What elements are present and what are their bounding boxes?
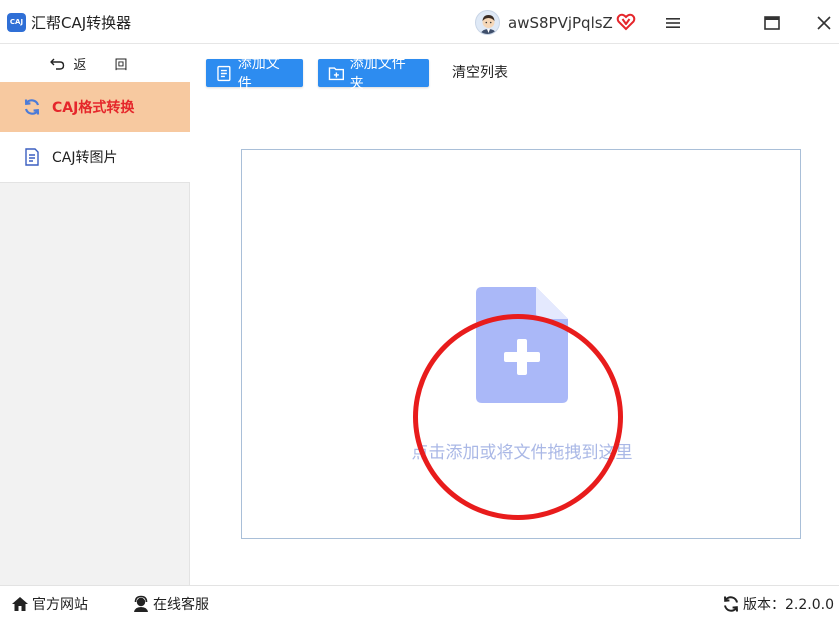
add-folder-icon <box>328 66 345 80</box>
home-icon <box>12 597 28 611</box>
app-window: CAJ 汇帮CAJ转换器 awS8PVjPqlsZ 返 回 CAJ格式转换 CA… <box>0 0 839 621</box>
add-file-label: 添加文件 <box>237 56 280 92</box>
status-bar: 官方网站 在线客服 版本：2.2.0.0 <box>0 585 839 621</box>
official-site-link[interactable]: 官方网站 <box>11 594 88 614</box>
hamburger-icon <box>666 18 680 28</box>
user-avatar[interactable] <box>475 10 500 35</box>
clear-list-button[interactable]: 清空列表 <box>452 59 508 87</box>
annotation-circle <box>413 314 623 520</box>
maximize-icon <box>764 16 780 30</box>
back-button[interactable]: 返 回 <box>0 44 190 82</box>
add-folder-button[interactable]: 添加文件夹 <box>318 56 429 92</box>
version-info[interactable]: 版本：2.2.0.0 <box>722 594 834 614</box>
back-label: 返 回 <box>73 57 140 73</box>
refresh-icon <box>22 97 42 117</box>
add-file-icon <box>217 65 231 81</box>
add-file-button[interactable]: 添加文件 <box>206 56 303 92</box>
close-icon <box>817 16 831 30</box>
sidebar-item-caj-to-image[interactable]: CAJ转图片 <box>0 132 190 183</box>
sidebar-item-caj-format-convert[interactable]: CAJ格式转换 <box>0 82 190 132</box>
update-icon <box>724 596 738 612</box>
document-icon <box>22 147 42 167</box>
add-folder-label: 添加文件夹 <box>349 56 406 92</box>
username[interactable]: awS8PVjPqlsZ <box>508 13 613 33</box>
menu-button[interactable] <box>660 10 686 36</box>
sidebar-item-label: CAJ转图片 <box>52 150 118 166</box>
version-label: 版本：2.2.0.0 <box>743 597 834 613</box>
app-logo: CAJ <box>7 13 26 32</box>
maximize-button[interactable] <box>759 10 785 36</box>
online-service-link[interactable]: 在线客服 <box>132 594 209 614</box>
customer-service-icon <box>134 595 148 612</box>
close-button[interactable] <box>811 10 837 36</box>
online-service-label: 在线客服 <box>153 597 209 613</box>
sidebar-item-label: CAJ格式转换 <box>52 100 135 116</box>
vip-heart-icon[interactable] <box>616 12 636 32</box>
title-bar: CAJ 汇帮CAJ转换器 awS8PVjPqlsZ <box>0 0 839 44</box>
sidebar: 返 回 CAJ格式转换 CAJ转图片 <box>0 44 190 585</box>
avatar-icon <box>480 15 497 34</box>
back-arrow-icon <box>50 58 65 70</box>
app-title: 汇帮CAJ转换器 <box>31 14 132 32</box>
official-site-label: 官方网站 <box>32 597 88 613</box>
